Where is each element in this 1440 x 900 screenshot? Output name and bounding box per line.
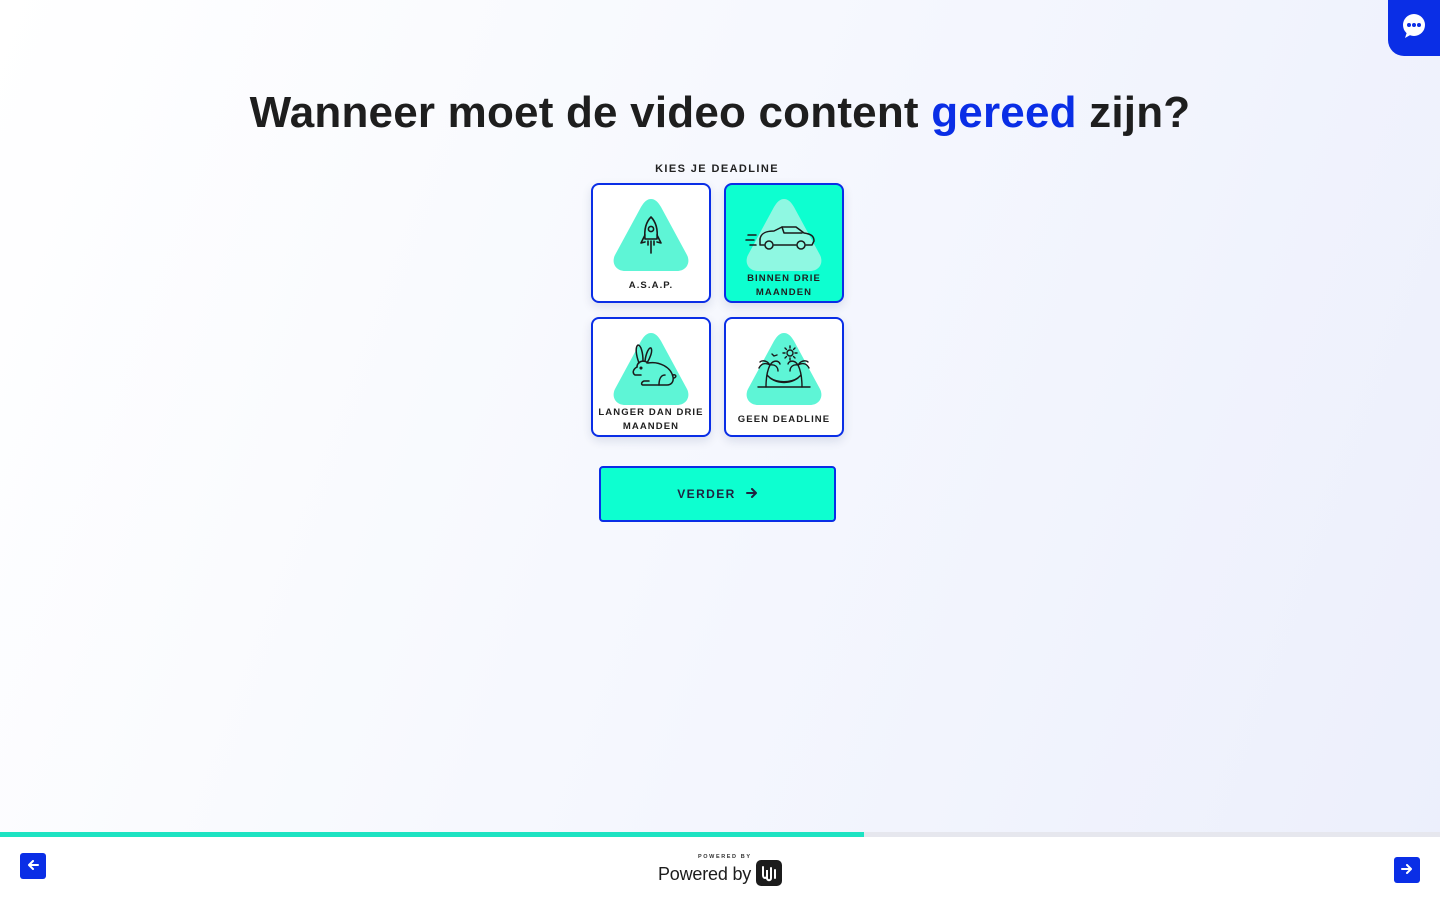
rabbit-icon	[613, 333, 689, 405]
option-langer-dan-drie-maanden[interactable]: LANGER DAN DRIE MAANDEN	[591, 317, 711, 437]
verder-button-label: VERDER	[677, 487, 736, 501]
next-button[interactable]	[1394, 857, 1420, 883]
option-label-line1: LANGER DAN DRIE	[598, 407, 704, 418]
title-suffix: zijn?	[1089, 88, 1191, 137]
option-binnen-drie-maanden[interactable]: BINNEN DRIE MAANDEN	[724, 183, 844, 303]
option-label: A.S.A.P.	[628, 280, 674, 291]
powered-by[interactable]: POWERED BY Powered by	[658, 852, 784, 888]
rocket-icon	[613, 199, 689, 271]
title-highlight: gereed	[931, 88, 1077, 137]
option-geen-deadline[interactable]: GEEN DEADLINE	[724, 317, 844, 437]
option-label: GEEN DEADLINE	[737, 414, 831, 425]
sports-car-icon	[745, 199, 822, 271]
powered-by-small: POWERED BY	[698, 854, 752, 860]
verder-button[interactable]: VERDER	[599, 466, 836, 522]
chat-bubble-icon	[1400, 12, 1428, 45]
chat-button[interactable]	[1388, 0, 1440, 56]
deadline-options: A.S.A.P. BINNEN DRIE MAANDEN LANGER DAN …	[591, 183, 844, 437]
arrow-right-icon	[1401, 861, 1413, 879]
question-subtitle: KIES JE DEADLINE	[655, 163, 779, 175]
arrow-right-icon	[745, 487, 758, 501]
option-label-line2: MAANDEN	[622, 421, 680, 432]
option-label: BINNEN DRIE MAANDEN	[730, 272, 838, 300]
hammock-palms-icon	[746, 333, 822, 405]
footer: POWERED BY Powered by	[0, 837, 1440, 900]
arrow-left-icon	[27, 857, 39, 875]
option-label-line2: MAANDEN	[755, 287, 813, 298]
page-title: Wanneer moet de video content gereed zij…	[0, 88, 1440, 138]
title-prefix: Wanneer moet de video content	[249, 88, 919, 137]
option-label-line1: BINNEN DRIE	[747, 273, 821, 284]
option-label: LANGER DAN DRIE MAANDEN	[597, 406, 705, 434]
previous-button[interactable]	[20, 853, 46, 879]
powered-by-text: Powered by	[658, 864, 752, 884]
option-asap[interactable]: A.S.A.P.	[591, 183, 711, 303]
brand-logo-icon	[756, 860, 782, 886]
